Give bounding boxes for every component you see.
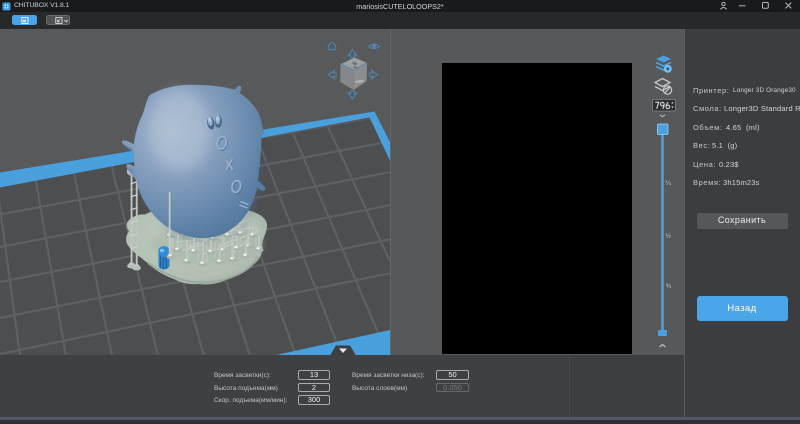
svg-text:¾: ¾: [666, 283, 672, 290]
svg-text:½: ½: [666, 232, 672, 240]
svg-text:¼: ¼: [666, 180, 672, 187]
